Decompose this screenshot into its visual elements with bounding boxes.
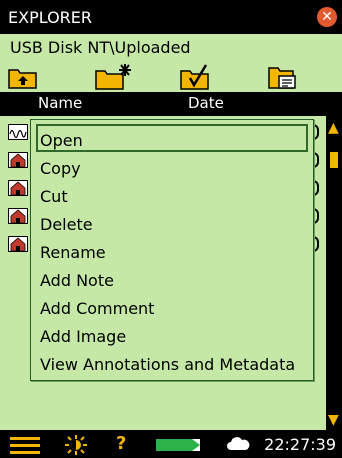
path-bar: USB Disk NT\Uploaded — [0, 34, 342, 62]
menu-item-rename[interactable]: Rename — [40, 243, 106, 262]
menu-item-add-note[interactable]: Add Note — [40, 271, 114, 290]
menu-item-delete[interactable]: Delete — [40, 215, 93, 234]
scrollbar[interactable]: ▲ ▼ — [326, 116, 342, 430]
house-file-icon — [8, 152, 28, 168]
house-file-icon — [8, 180, 28, 196]
status-bar: ? 22:27:39 — [0, 430, 342, 458]
column-header: Name Date — [0, 92, 342, 116]
menu-item-add-image[interactable]: Add Image — [40, 327, 126, 346]
column-date[interactable]: Date — [188, 94, 224, 112]
folder-properties-icon[interactable] — [268, 65, 298, 89]
close-button[interactable]: ✕ — [317, 7, 337, 27]
clock-time: 22:27:39 — [264, 435, 336, 454]
title-bar: EXPLORER ✕ — [0, 0, 342, 34]
house-file-icon — [8, 208, 28, 224]
app-title: EXPLORER — [8, 8, 92, 27]
scroll-up-icon[interactable]: ▲ — [328, 120, 339, 136]
menu-item-cut[interactable]: Cut — [40, 187, 68, 206]
context-menu: Open Copy Cut Delete Rename Add Note Add… — [30, 119, 314, 381]
menu-item-open[interactable]: Open — [40, 131, 83, 150]
brightness-icon[interactable] — [64, 434, 88, 456]
help-icon[interactable]: ? — [116, 433, 126, 454]
select-folder-icon[interactable] — [180, 64, 212, 90]
menu-item-copy[interactable]: Copy — [40, 159, 81, 178]
folder-up-icon[interactable] — [8, 65, 38, 89]
menu-item-view-annotations[interactable]: View Annotations and Metadata — [40, 355, 295, 374]
menu-icon[interactable] — [10, 437, 40, 454]
current-path: USB Disk NT\Uploaded — [10, 38, 191, 57]
toolbar — [0, 62, 342, 92]
house-file-icon — [8, 236, 28, 252]
battery-icon — [156, 439, 200, 451]
menu-item-add-comment[interactable]: Add Comment — [40, 299, 154, 318]
new-folder-icon[interactable] — [95, 64, 131, 90]
cloud-icon — [227, 437, 250, 450]
scroll-down-icon[interactable]: ▼ — [328, 412, 339, 428]
scroll-thumb[interactable] — [330, 152, 338, 168]
column-name[interactable]: Name — [38, 94, 82, 112]
waveform-file-icon — [8, 124, 28, 140]
